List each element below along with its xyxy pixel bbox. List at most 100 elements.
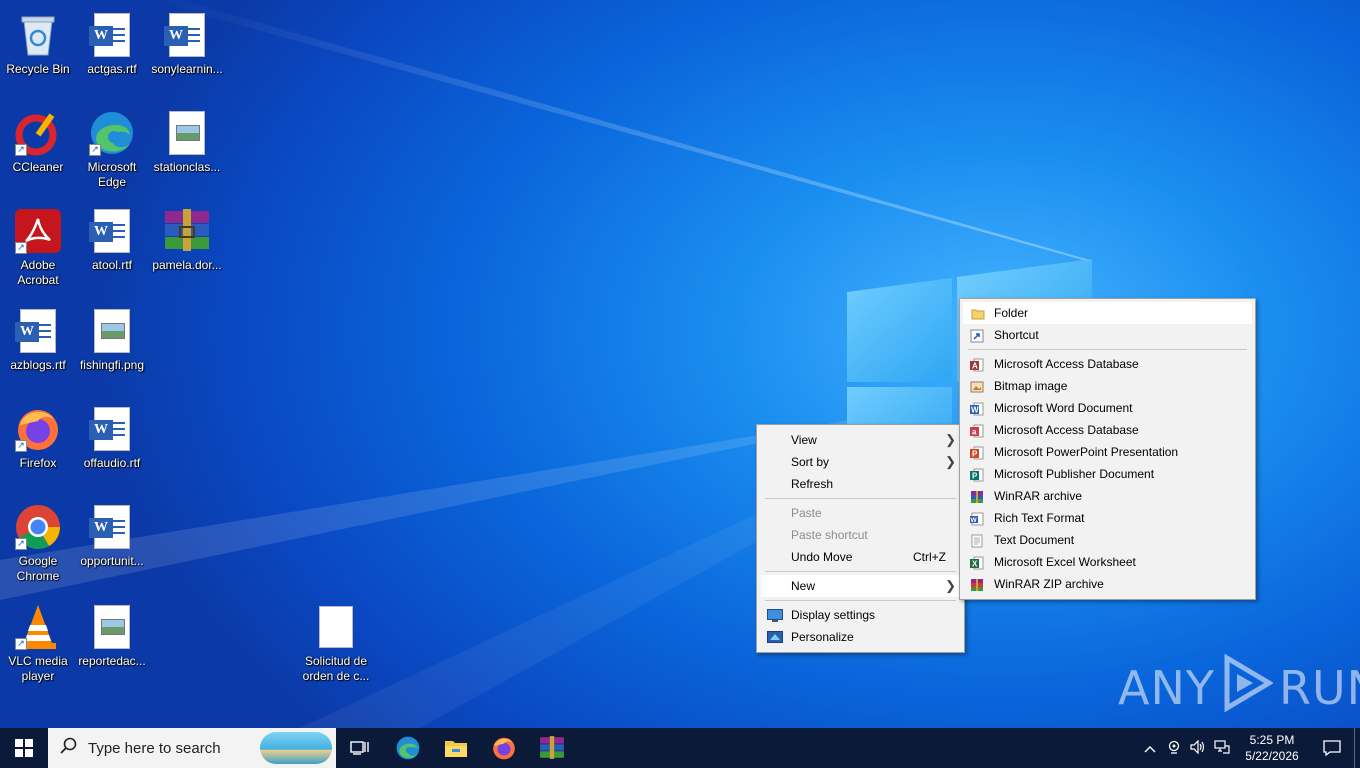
edge-icon: [396, 736, 420, 760]
svg-text:a: a: [972, 428, 977, 437]
notifications-button[interactable]: [1310, 728, 1354, 768]
desktop-icon-reportedac[interactable]: reportedac...: [74, 598, 150, 690]
menu-item-personalize[interactable]: Personalize: [757, 626, 964, 648]
clock-time: 5:25 PM: [1249, 733, 1295, 747]
menu-item-display-settings[interactable]: Display settings: [757, 604, 964, 626]
start-button[interactable]: [0, 728, 48, 768]
taskbar-winrar-button[interactable]: [528, 728, 576, 768]
desktop-icon-opportunit[interactable]: W opportunit...: [74, 498, 150, 590]
taskbar-edge-button[interactable]: [384, 728, 432, 768]
submenu-item-publisher[interactable]: P Microsoft Publisher Document: [960, 463, 1255, 485]
desktop-icon-solicitud[interactable]: Solicitud de orden de c...: [298, 598, 374, 690]
search-highlight-image: [260, 732, 332, 764]
menu-item-label: Sort by: [791, 455, 830, 469]
submenu-item-powerpoint[interactable]: P Microsoft PowerPoint Presentation: [960, 441, 1255, 463]
word-file-icon: W: [13, 306, 63, 356]
desktop-icon-label: sonylearnin...: [151, 62, 223, 76]
desktop-icon-label: offaudio.rtf: [83, 456, 141, 470]
desktop-icon-label: Firefox: [19, 456, 57, 470]
menu-item-label: Undo Move: [791, 550, 853, 564]
desktop-icon-recycle-bin[interactable]: Recycle Bin: [0, 6, 76, 98]
submenu-item-word-document[interactable]: W Microsoft Word Document: [960, 397, 1255, 419]
menu-item-label: New: [791, 579, 816, 593]
desktop-icon-firefox[interactable]: ↗ Firefox: [0, 400, 76, 492]
menu-item-new[interactable]: New ❯: [761, 575, 960, 597]
menu-item-label: Microsoft PowerPoint Presentation: [994, 445, 1179, 459]
chrome-icon: ↗: [13, 502, 63, 552]
menu-item-label: Microsoft Access Database: [994, 357, 1139, 371]
blank-file-icon: [311, 602, 361, 652]
access-icon: A: [970, 357, 984, 372]
desktop-icon-label: Adobe Acrobat: [17, 258, 59, 287]
submenu-item-text-document[interactable]: Text Document: [960, 529, 1255, 551]
desktop-icon-label: VLC media player: [8, 654, 68, 683]
desktop-icon-vlc[interactable]: ↗ VLC media player: [0, 598, 76, 690]
menu-item-accelerator: Ctrl+Z: [913, 550, 946, 564]
menu-item-label: WinRAR ZIP archive: [994, 577, 1104, 591]
desktop-icon-label: opportunit...: [80, 554, 144, 568]
display-settings-icon: [767, 608, 783, 622]
submenu-item-rich-text-format[interactable]: W Rich Text Format: [960, 507, 1255, 529]
bitmap-icon: [970, 379, 984, 393]
play-logo-icon: [1221, 653, 1274, 723]
adobe-acrobat-icon: ↗: [13, 206, 63, 256]
chevron-right-icon: ❯: [945, 578, 956, 593]
desktop-icon-actgas[interactable]: W actgas.rtf: [74, 6, 150, 98]
menu-item-view[interactable]: View ❯: [757, 429, 964, 451]
desktop-icon-offaudio[interactable]: W offaudio.rtf: [74, 400, 150, 492]
desktop-icon-ccleaner[interactable]: ↗ CCleaner: [0, 104, 76, 196]
submenu-item-shortcut[interactable]: Shortcut: [960, 324, 1255, 346]
svg-text:W: W: [971, 517, 978, 524]
webcam-icon[interactable]: [1162, 740, 1186, 757]
submenu-item-winrar-archive[interactable]: WinRAR archive: [960, 485, 1255, 507]
show-desktop-button[interactable]: [1354, 728, 1360, 768]
menu-item-label: Refresh: [791, 477, 834, 491]
desktop-icon-microsoft-edge[interactable]: ↗ Microsoft Edge: [74, 104, 150, 196]
word-file-icon: W: [87, 206, 137, 256]
menu-item-label: Microsoft Access Database: [994, 423, 1139, 437]
svg-text:P: P: [972, 450, 978, 459]
search-placeholder: Type here to search: [88, 739, 221, 757]
desktop-icon-stationclas[interactable]: stationclas...: [149, 104, 225, 196]
menu-item-label: Personalize: [791, 630, 854, 644]
submenu-item-access-database[interactable]: A Microsoft Access Database: [960, 353, 1255, 375]
clock[interactable]: 5:25 PM 5/22/2026: [1234, 732, 1310, 764]
menu-item-label: WinRAR archive: [994, 489, 1083, 503]
image-file-icon: [87, 306, 137, 356]
chevron-right-icon: ❯: [945, 432, 956, 447]
file-explorer-icon: [445, 741, 467, 757]
submenu-item-folder[interactable]: Folder: [963, 302, 1252, 324]
desktop-icon-adobe-acrobat[interactable]: ↗ Adobe Acrobat: [0, 202, 76, 294]
taskbar-file-explorer-button[interactable]: [432, 728, 480, 768]
desktop-icon-fishingfi[interactable]: fishingfi.png: [74, 302, 150, 394]
task-view-button[interactable]: [336, 728, 384, 768]
new-submenu: Folder Shortcut A Microsoft Access Datab…: [959, 298, 1256, 600]
taskbar-firefox-button[interactable]: [480, 728, 528, 768]
menu-item-label: Paste: [791, 506, 822, 520]
submenu-item-excel-worksheet[interactable]: X Microsoft Excel Worksheet: [960, 551, 1255, 573]
task-view-icon: [350, 741, 369, 755]
desktop-icon-pamela[interactable]: pamela.dor...: [149, 202, 225, 294]
desktop-icon-label: stationclas...: [153, 160, 221, 174]
taskbar: Type here to search 5:25 PM 5/22/2026: [0, 728, 1360, 768]
desktop-icon-atool[interactable]: W atool.rtf: [74, 202, 150, 294]
menu-item-paste: Paste: [757, 502, 964, 524]
taskbar-search-box[interactable]: Type here to search: [48, 728, 336, 768]
chevron-up-icon[interactable]: [1138, 741, 1162, 756]
svg-text:X: X: [972, 560, 978, 569]
powerpoint-icon: P: [970, 445, 984, 460]
desktop-icon-google-chrome[interactable]: ↗ Google Chrome: [0, 498, 76, 590]
submenu-item-bitmap-image[interactable]: Bitmap image: [960, 375, 1255, 397]
network-icon[interactable]: [1210, 739, 1234, 757]
volume-icon[interactable]: [1186, 739, 1210, 757]
menu-item-undo-move[interactable]: Undo Move Ctrl+Z: [757, 546, 964, 568]
submenu-item-winrar-zip[interactable]: WinRAR ZIP archive: [960, 573, 1255, 595]
personalize-icon: [767, 630, 783, 644]
watermark-text-right: RUN: [1278, 661, 1360, 715]
menu-item-sort-by[interactable]: Sort by ❯: [757, 451, 964, 473]
menu-item-refresh[interactable]: Refresh: [757, 473, 964, 495]
desktop-icon-sonylearnin[interactable]: W sonylearnin...: [149, 6, 225, 98]
desktop-icon-azblogs[interactable]: W azblogs.rtf: [0, 302, 76, 394]
svg-text:A: A: [972, 362, 978, 371]
submenu-item-access-database-2[interactable]: a Microsoft Access Database: [960, 419, 1255, 441]
